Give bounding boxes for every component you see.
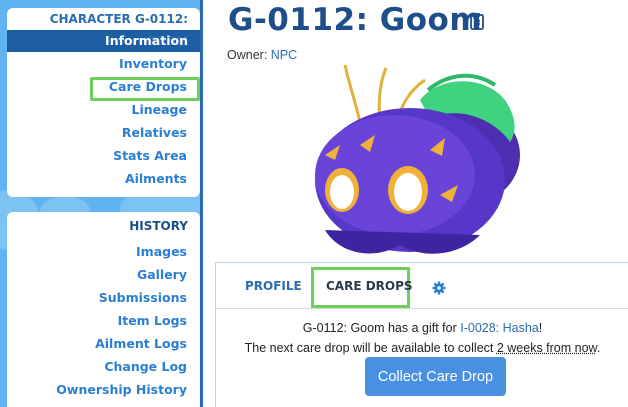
sidebar-item-gallery[interactable]: Gallery	[7, 263, 200, 286]
next-drop-time[interactable]: 2 weeks from now	[497, 341, 597, 355]
clipboard-icon[interactable]	[470, 12, 484, 30]
owner-link[interactable]: NPC	[271, 48, 297, 62]
sidebar-item-relatives[interactable]: Relatives	[7, 121, 200, 144]
sidebar-item-stats-area[interactable]: Stats Area	[7, 144, 200, 167]
gift-message: G-0112: Goom has a gift for I-0028: Hash…	[216, 321, 628, 335]
next-drop-prefix: The next care drop will be available to …	[244, 341, 497, 355]
sidebar-item-change-log[interactable]: Change Log	[7, 355, 200, 378]
character-panel: CHARACTER G-0112: GOOM Information Inven…	[7, 8, 200, 197]
tab-profile[interactable]: PROFILE	[245, 279, 302, 293]
sidebar-item-inventory[interactable]: Inventory	[7, 52, 200, 75]
owner-line: Owner: NPC	[227, 48, 297, 62]
sidebar-item-submissions[interactable]: Submissions	[7, 286, 200, 309]
care-drops-highlight	[90, 77, 200, 101]
gear-icon[interactable]	[432, 281, 446, 295]
history-panel: HISTORY Images Gallery Submissions Item …	[7, 212, 200, 407]
recipient-link[interactable]: I-0028: Hasha	[460, 321, 539, 335]
owner-label: Owner:	[227, 48, 268, 62]
sidebar-item-images[interactable]: Images	[7, 240, 200, 263]
gift-message-suffix: !	[538, 321, 543, 335]
history-header: HISTORY	[129, 219, 188, 233]
care-drop-card: PROFILE CARE DROPS G-0112: Goom has a gi…	[215, 262, 628, 407]
gift-message-prefix: G-0112: Goom has a gift for	[302, 321, 461, 335]
sidebar-item-ailments[interactable]: Ailments	[7, 167, 200, 190]
sidebar-border	[200, 0, 203, 407]
collect-care-drop-button[interactable]: Collect Care Drop	[365, 357, 506, 396]
tab-care-drops[interactable]: CARE DROPS	[326, 279, 413, 293]
card-tab-bar: PROFILE CARE DROPS	[216, 263, 628, 309]
sidebar-item-item-logs[interactable]: Item Logs	[7, 309, 200, 332]
next-drop-suffix: .	[596, 341, 601, 355]
sidebar-item-ailment-logs[interactable]: Ailment Logs	[7, 332, 200, 355]
character-image[interactable]	[300, 60, 530, 260]
sidebar-item-information[interactable]: Information	[7, 30, 200, 52]
sidebar-item-ownership-history[interactable]: Ownership History	[7, 378, 200, 401]
page-title: G-0112: Goom	[228, 2, 483, 38]
character-header: CHARACTER G-0112: GOOM	[49, 12, 188, 48]
next-drop-message: The next care drop will be available to …	[216, 341, 628, 355]
sidebar-item-lineage[interactable]: Lineage	[7, 98, 200, 121]
